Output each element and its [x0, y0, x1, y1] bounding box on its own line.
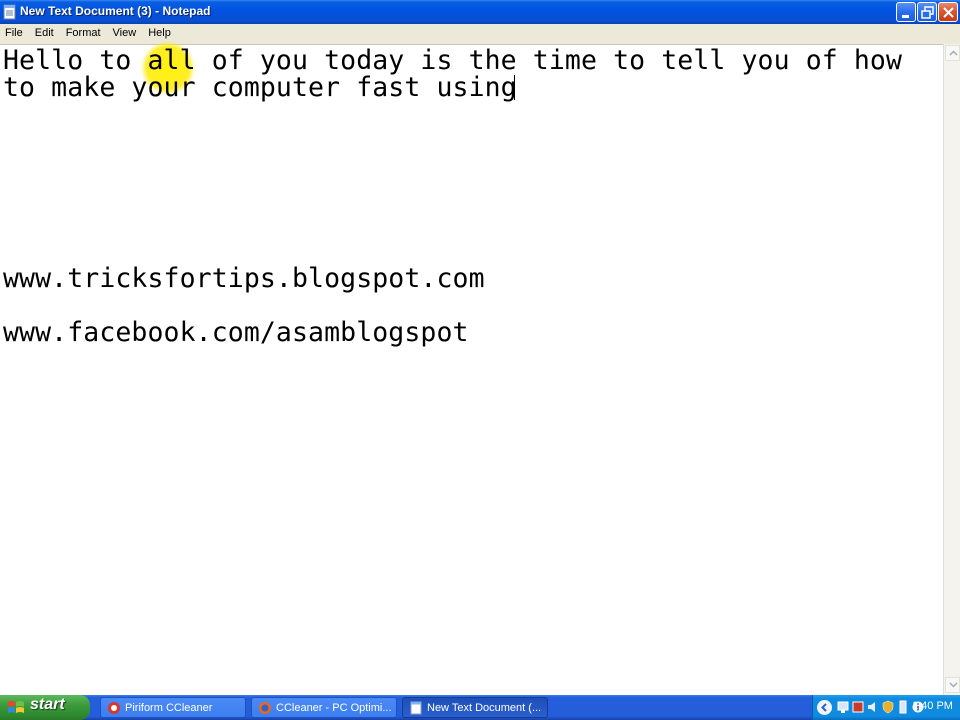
- network-icon[interactable]: [837, 700, 849, 714]
- notepad-icon: [3, 4, 16, 20]
- task-button-firefox[interactable]: CCleaner - PC Optimi...: [251, 697, 397, 718]
- title-bar[interactable]: New Text Document (3) - Notepad: [0, 0, 960, 24]
- notepad-icon: [410, 701, 422, 714]
- menu-format[interactable]: Format: [61, 24, 108, 42]
- menu-view[interactable]: View: [108, 24, 144, 42]
- ccleaner-icon: [108, 701, 120, 714]
- close-button[interactable]: [938, 2, 958, 22]
- scroll-down-button[interactable]: [945, 677, 960, 693]
- speaker-icon[interactable]: [867, 700, 879, 714]
- start-label: start: [30, 696, 65, 713]
- chevron-up-icon: [949, 50, 958, 56]
- text-caret: [514, 75, 515, 100]
- taskbar: start Piriform CCleaner CCleaner - PC Op…: [0, 695, 960, 720]
- maximize-button[interactable]: [917, 2, 937, 22]
- menu-edit[interactable]: Edit: [30, 24, 61, 42]
- security-icon[interactable]: [882, 700, 894, 714]
- windows-logo-icon: [8, 701, 24, 713]
- scroll-up-button[interactable]: [945, 45, 960, 61]
- task-button-notepad[interactable]: New Text Document (...: [402, 697, 548, 718]
- usb-icon[interactable]: [897, 700, 909, 714]
- task-label: CCleaner - PC Optimi...: [276, 701, 392, 714]
- show-hidden-icons-button[interactable]: [817, 700, 832, 715]
- minimize-icon: [902, 15, 909, 18]
- restore-icon: [921, 6, 934, 19]
- task-label: Piriform CCleaner: [125, 701, 213, 714]
- menu-file[interactable]: File: [0, 24, 30, 42]
- minimize-button[interactable]: [896, 2, 916, 22]
- window-title: New Text Document (3) - Notepad: [20, 4, 211, 18]
- task-button-ccleaner[interactable]: Piriform CCleaner: [100, 697, 246, 718]
- chevron-left-icon: [821, 703, 827, 712]
- text-editor[interactable]: Hello to all of you today is the time to…: [0, 41, 943, 695]
- editor-line-url-blog: www.tricksfortips.blogspot.com: [3, 263, 485, 294]
- menu-bar: File Edit Format View Help: [0, 24, 960, 42]
- chevron-down-icon: [949, 682, 958, 688]
- firefox-icon: [259, 701, 271, 714]
- antivirus-icon[interactable]: [852, 700, 864, 714]
- close-icon: [943, 7, 954, 18]
- task-label: New Text Document (...: [427, 701, 542, 714]
- menu-help[interactable]: Help: [143, 24, 178, 42]
- editor-line-2: to make your computer fast using: [3, 72, 517, 103]
- start-button[interactable]: start: [0, 695, 90, 720]
- editor-line-1: Hello to all of you today is the time to…: [3, 45, 903, 76]
- vertical-scrollbar[interactable]: [943, 44, 960, 695]
- editor-line-url-facebook: www.facebook.com/asamblogspot: [3, 317, 469, 348]
- clock[interactable]: 1:40 PM: [912, 700, 953, 712]
